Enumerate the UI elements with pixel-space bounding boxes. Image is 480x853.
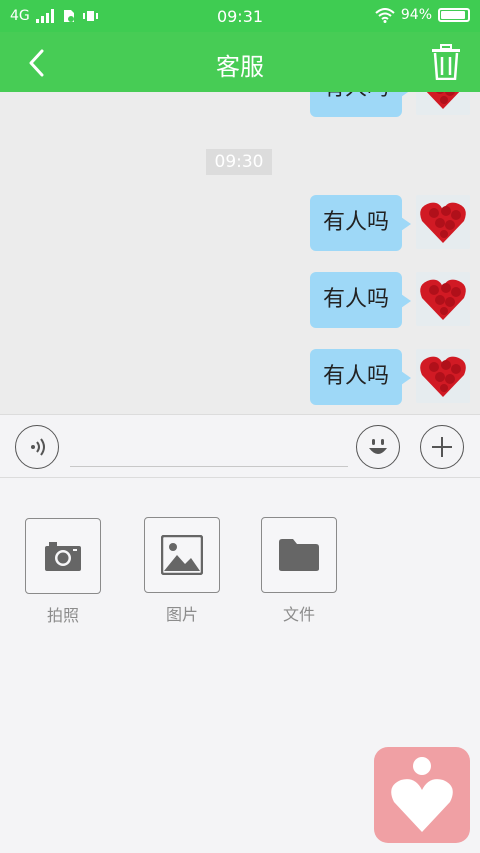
- avatar[interactable]: [416, 272, 470, 326]
- message-bubble[interactable]: 有人吗: [309, 272, 412, 328]
- message-row: 有人吗: [309, 195, 470, 251]
- attach-camera-button[interactable]: [25, 518, 101, 594]
- message-bubble[interactable]: 有人吗: [309, 349, 412, 405]
- attach-image-button[interactable]: [144, 517, 220, 593]
- rose-heart-icon: [416, 195, 470, 249]
- more-button[interactable]: [420, 425, 464, 469]
- message-bubble[interactable]: 有人吗: [309, 195, 412, 251]
- message-input[interactable]: [70, 435, 348, 467]
- avatar[interactable]: [416, 92, 470, 115]
- time-stamp: 09:30: [206, 149, 272, 175]
- app-bar: 客服: [0, 32, 480, 92]
- voice-icon: [31, 438, 45, 456]
- trash-icon: [432, 44, 460, 81]
- message-row: 有人吗: [309, 272, 470, 328]
- message-row: 有人吗: [309, 349, 470, 405]
- status-right: 94%: [375, 7, 470, 23]
- person-heart-icon: [391, 757, 453, 832]
- battery-percent: 94%: [400, 7, 432, 23]
- voice-button[interactable]: [15, 425, 59, 469]
- avatar[interactable]: [416, 349, 470, 403]
- floating-heart-button[interactable]: [374, 747, 470, 843]
- rose-heart-icon: [416, 272, 470, 326]
- delete-button[interactable]: [430, 44, 462, 81]
- rose-heart-icon: [416, 92, 470, 115]
- attach-image[interactable]: 图片: [144, 517, 220, 625]
- smiley-icon: [369, 439, 387, 454]
- message-row: 有人吗: [309, 92, 470, 117]
- attach-label: 图片: [165, 605, 198, 624]
- image-icon: [161, 535, 203, 575]
- message-bubble[interactable]: 有人吗: [309, 92, 412, 117]
- folder-icon: [279, 539, 319, 571]
- attach-label: 拍照: [46, 606, 79, 625]
- battery-icon: [438, 8, 470, 22]
- chat-area[interactable]: 有人吗 09:30 有人吗 有人吗: [0, 92, 480, 414]
- battery-fill: [441, 11, 466, 19]
- camera-icon: [45, 542, 81, 571]
- wifi-icon: [375, 7, 395, 23]
- input-bar: [0, 414, 480, 478]
- attach-file-button[interactable]: [261, 517, 337, 593]
- attach-file[interactable]: 文件: [261, 517, 337, 625]
- status-bar: 4G 09:31 94%: [0, 0, 480, 32]
- emoji-button[interactable]: [356, 425, 400, 469]
- attach-label: 文件: [282, 605, 315, 624]
- plus-icon: [432, 437, 452, 457]
- rose-heart-icon: [416, 349, 470, 403]
- page-title: 客服: [216, 53, 264, 81]
- avatar[interactable]: [416, 195, 470, 249]
- attach-camera[interactable]: 拍照: [25, 518, 101, 626]
